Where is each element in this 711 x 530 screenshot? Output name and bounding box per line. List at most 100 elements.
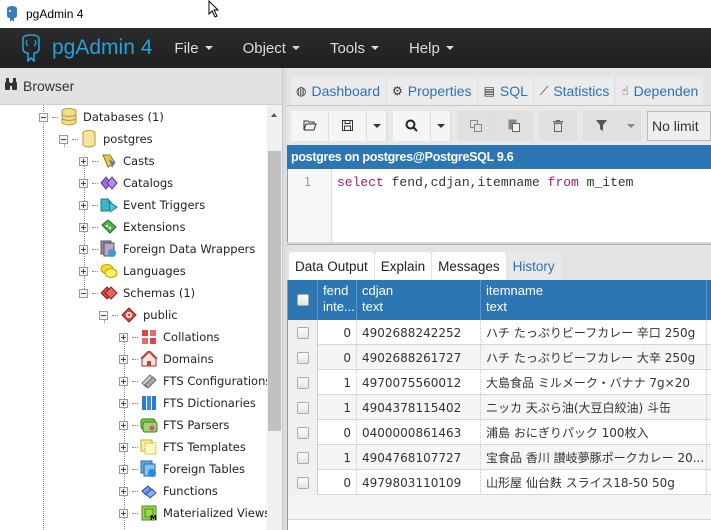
cell-itemname[interactable]: 宝食品 香川 讃岐夢豚ポークカレー 20... [481, 445, 707, 470]
row-checkbox[interactable] [296, 426, 309, 439]
menu-file[interactable]: File [174, 40, 213, 57]
tab-dependencies[interactable]: ☝ Dependen [616, 77, 704, 105]
tree-node[interactable]: FTS Templates [119, 436, 246, 458]
copy-button[interactable] [457, 110, 495, 141]
expand-icon[interactable] [119, 354, 128, 364]
table-row[interactable]: 0 4902688261727 ハチ たっぷりビーフカレー 大辛 250g [288, 345, 711, 370]
expand-icon[interactable] [119, 398, 128, 408]
table-row[interactable]: 0 4979803110109 山形屋 仙台麩 スライス18-50 50g [288, 470, 711, 495]
tree-node[interactable]: Extensions [79, 216, 185, 238]
tab-messages[interactable]: Messages [432, 252, 506, 280]
cell-cdjan[interactable]: 4904378115402 [357, 395, 481, 420]
cell-itemname[interactable]: 浦島 おにぎりパック 100枚入 [481, 420, 707, 445]
cell-fend[interactable]: 1 [318, 445, 357, 470]
expand-icon[interactable] [119, 376, 128, 386]
collapse-icon[interactable] [39, 112, 48, 122]
cell-itemname[interactable]: 山形屋 仙台麩 スライス18-50 50g [481, 470, 707, 495]
row-checkbox[interactable] [296, 376, 309, 389]
cell-cdjan[interactable]: 4902688242252 [357, 320, 481, 345]
tab-data-output[interactable]: Data Output [289, 252, 374, 280]
cell-cdjan[interactable]: 4902688261727 [357, 345, 481, 370]
expand-icon[interactable] [79, 244, 88, 254]
menu-help[interactable]: Help [409, 40, 454, 57]
row-checkbox[interactable] [296, 351, 309, 364]
cell-fend[interactable]: 0 [318, 470, 357, 495]
cell-cdjan[interactable]: 4979803110109 [357, 470, 481, 495]
tab-history[interactable]: History [506, 252, 561, 280]
row-checkbox[interactable] [296, 326, 309, 339]
tree-node[interactable]: postgres [59, 128, 153, 150]
cell-fend[interactable]: 0 [318, 420, 357, 445]
cell-fend[interactable]: 0 [318, 320, 357, 345]
tree-node[interactable]: FTS Configurations [119, 370, 267, 392]
sql-code[interactable]: select fend,cdjan,itemname from m_item [337, 175, 633, 190]
filter-button[interactable] [583, 110, 621, 141]
save-button[interactable] [329, 110, 367, 141]
cell-cdjan[interactable]: 0400000861463 [357, 420, 481, 445]
save-dropdown-button[interactable] [367, 110, 387, 141]
expand-icon[interactable] [79, 156, 88, 166]
tree-node[interactable]: Functions [119, 480, 218, 502]
cell-itemname[interactable]: ハチ たっぷりビーフカレー 大辛 250g [481, 345, 707, 370]
tab-dashboard[interactable]: ◍ Dashboard [291, 77, 385, 105]
collapse-icon[interactable] [59, 134, 68, 144]
tab-properties[interactable]: ⚙ Properties [386, 77, 477, 105]
tab-sql[interactable]: ▤ SQL [478, 77, 533, 105]
collapse-icon[interactable] [99, 310, 108, 320]
tree-node[interactable]: Schemas (1) [79, 282, 195, 304]
column-header-cdjan[interactable]: cdjan text [357, 280, 481, 320]
expand-icon[interactable] [119, 464, 128, 474]
cell-itemname[interactable]: ハチ たっぷりビーフカレー 辛口 250g [481, 320, 707, 345]
select-all-checkbox[interactable] [296, 294, 309, 306]
table-row[interactable] [288, 495, 711, 520]
tree-node[interactable]: Event Triggers [79, 194, 205, 216]
row-checkbox[interactable] [296, 476, 309, 489]
expand-icon[interactable] [119, 332, 128, 342]
tree-node[interactable]: Domains [119, 348, 214, 370]
expand-icon[interactable] [79, 200, 88, 210]
tree-node[interactable]: public [99, 304, 178, 326]
row-limit-select[interactable]: No limit [647, 110, 711, 141]
tree-node[interactable]: Collations [119, 326, 220, 348]
scroll-up-arrow-icon[interactable] [271, 113, 277, 117]
find-button[interactable] [393, 110, 431, 141]
tab-statistics[interactable]: ⟋ Statistics [534, 77, 615, 105]
cell-fend[interactable]: 1 [318, 395, 357, 420]
expand-icon[interactable] [79, 222, 88, 232]
find-dropdown-button[interactable] [431, 110, 451, 141]
table-row[interactable]: 1 4904768107727 宝食品 香川 讃岐夢豚ポークカレー 20... [288, 445, 711, 470]
editor-results-splitter[interactable] [287, 242, 711, 245]
cell-cdjan[interactable]: 4970075560012 [357, 370, 481, 395]
cell-itemname[interactable]: 大島食品 ミルメーク・バナナ 7g×20 [481, 370, 707, 395]
expand-icon[interactable] [119, 420, 128, 430]
browser-scrollbar[interactable] [267, 105, 282, 530]
column-header-fend[interactable]: fend inte... [318, 280, 357, 320]
brand-logo[interactable]: pgAdmin 4 [20, 34, 152, 62]
expand-icon[interactable] [119, 486, 128, 496]
expand-icon[interactable] [119, 508, 128, 518]
table-row[interactable]: 1 4904378115402 ニッカ 天ぷら油(大豆白絞油) 斗缶 [288, 395, 711, 420]
expand-icon[interactable] [119, 442, 128, 452]
tree-node[interactable]: FTS Dictionaries [119, 392, 256, 414]
sql-editor[interactable]: 1 select fend,cdjan,itemname from m_item [287, 169, 711, 242]
tree-node[interactable]: M Materialized Views [119, 502, 267, 524]
table-row[interactable]: 1 4970075560012 大島食品 ミルメーク・バナナ 7g×20 [288, 370, 711, 395]
menu-tools[interactable]: Tools [330, 40, 379, 57]
tree-node[interactable]: Databases (1) [39, 106, 164, 128]
expand-icon[interactable] [79, 266, 88, 276]
row-checkbox[interactable] [296, 451, 309, 464]
cell-fend[interactable]: 1 [318, 370, 357, 395]
table-row[interactable]: 0 0400000861463 浦島 おにぎりパック 100枚入 [288, 420, 711, 445]
tree-node[interactable]: Catalogs [79, 172, 173, 194]
open-file-button[interactable] [291, 110, 329, 141]
cell-cdjan[interactable]: 4904768107727 [357, 445, 481, 470]
filter-dropdown-button[interactable] [621, 110, 641, 141]
tree-node[interactable]: Foreign Data Wrappers [79, 238, 255, 260]
paste-button[interactable] [495, 110, 533, 141]
tree-node[interactable]: Foreign Tables [119, 458, 245, 480]
cell-fend[interactable]: 0 [318, 345, 357, 370]
collapse-icon[interactable] [79, 288, 88, 298]
row-checkbox[interactable] [296, 401, 309, 414]
expand-icon[interactable] [79, 178, 88, 188]
tree-node[interactable]: FTS Parsers [119, 414, 229, 436]
